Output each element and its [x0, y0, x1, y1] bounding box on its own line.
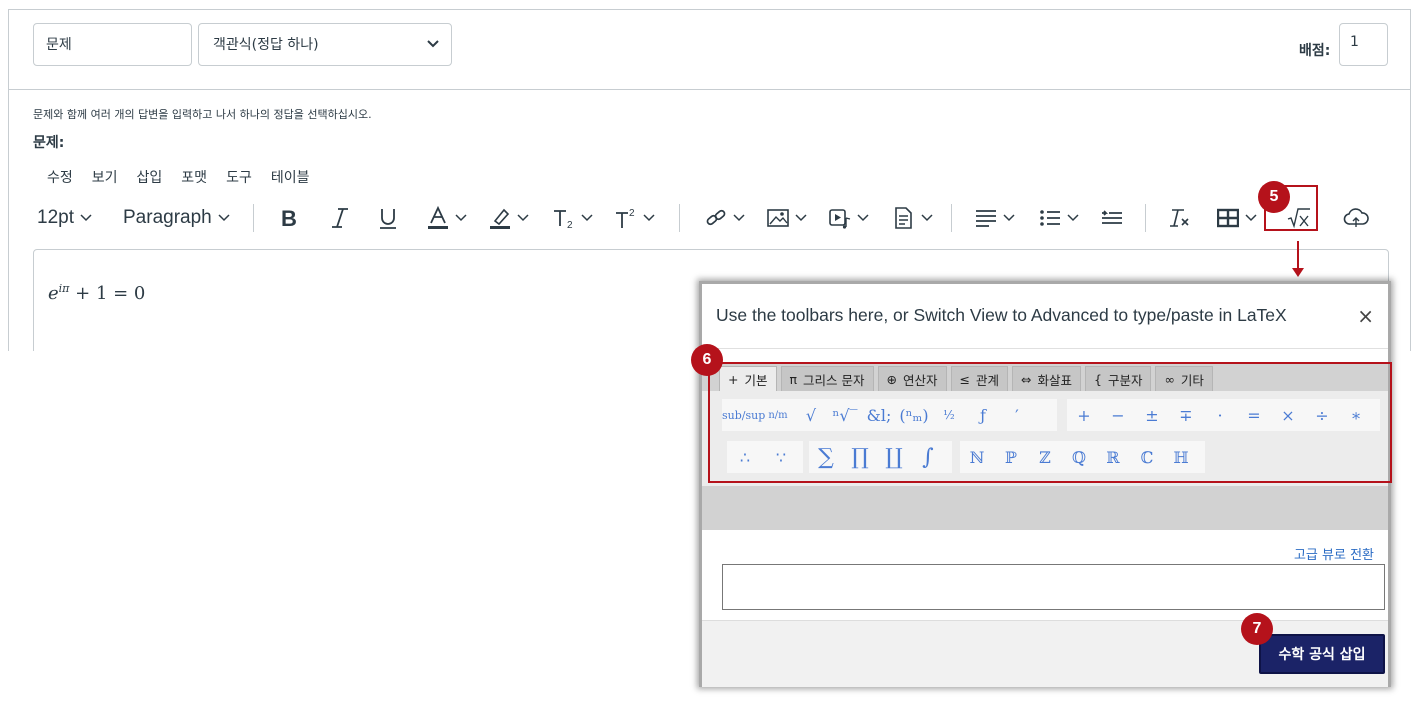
image-button[interactable] [767, 198, 807, 238]
highlight-icon [490, 208, 510, 229]
document-button[interactable] [893, 198, 933, 238]
callout-arrow-line [1297, 241, 1299, 270]
points-label: 배점: [1299, 43, 1331, 59]
indent-icon [1102, 210, 1122, 224]
chevron-down-icon [1067, 214, 1079, 222]
svg-text:2: 2 [567, 220, 573, 230]
table-icon [1217, 208, 1239, 228]
equation-preview: eiπ + 1 = 0 [48, 282, 145, 304]
chevron-down-icon [427, 40, 439, 48]
dialog-divider [702, 348, 1388, 349]
toolbar-divider [1145, 204, 1146, 232]
points-input[interactable]: 1 [1339, 23, 1388, 66]
menu-edit[interactable]: 수정 [47, 167, 73, 187]
text-color-icon [428, 206, 448, 229]
chevron-down-icon [80, 214, 92, 222]
document-icon [895, 207, 912, 229]
svg-text:2: 2 [629, 208, 635, 219]
question-hint: 문제와 함께 여러 개의 답변을 입력하고 나서 하나의 정답을 선택하십시오. [33, 108, 372, 121]
formula-rest: + 1 = 0 [75, 283, 146, 304]
chevron-down-icon [733, 214, 745, 222]
question-header: 문제 객관식(정답 하나) 배점: 1 [9, 10, 1410, 90]
chevron-down-icon [581, 214, 593, 222]
menu-format[interactable]: 포맷 [181, 167, 207, 187]
menu-insert[interactable]: 삽입 [137, 167, 163, 187]
chevron-down-icon [857, 214, 869, 222]
chevron-down-icon [921, 214, 933, 222]
underline-button[interactable] [377, 198, 399, 238]
formula-base: e [48, 283, 59, 304]
insert-equation-button[interactable]: 수학 공식 삽입 [1259, 634, 1385, 674]
chevron-down-icon [218, 214, 230, 222]
superscript-button[interactable]: 2 [615, 198, 655, 238]
editor-toolbar: 12pt Paragraph B 2 2 [37, 198, 1377, 238]
bold-icon: B [281, 206, 297, 230]
media-icon [829, 209, 851, 229]
question-type-value: 객관식(정답 하나) [213, 37, 319, 53]
align-icon [976, 210, 996, 227]
table-button[interactable] [1217, 198, 1257, 238]
block-format-select[interactable]: Paragraph [123, 198, 230, 238]
block-format-value: Paragraph [123, 207, 212, 228]
formula-exponent: iπ [58, 282, 70, 295]
equation-editor-dialog: Use the toolbars here, or Switch View to… [699, 281, 1392, 687]
bold-button[interactable]: B [279, 198, 301, 238]
italic-icon [332, 208, 348, 228]
question-label: 문제: [33, 135, 65, 151]
dialog-title: Use the toolbars here, or Switch View to… [716, 305, 1287, 325]
chevron-down-icon [1245, 214, 1257, 222]
list-icon [1040, 210, 1060, 226]
callout-6: 6 [691, 344, 723, 376]
highlight-button[interactable] [489, 198, 529, 238]
close-icon[interactable]: × [1357, 306, 1374, 326]
font-size-select[interactable]: 12pt [37, 198, 92, 238]
editor-menubar: 수정 보기 삽입 포맷 도구 테이블 [47, 167, 309, 187]
menu-view[interactable]: 보기 [92, 167, 118, 187]
media-button[interactable] [829, 198, 869, 238]
chevron-down-icon [517, 214, 529, 222]
cloud-icon [1343, 208, 1369, 227]
latex-input[interactable] [722, 564, 1385, 610]
chevron-down-icon [1003, 214, 1015, 222]
text-color-button[interactable] [427, 198, 467, 238]
subscript-button[interactable]: 2 [553, 198, 593, 238]
toolbar-divider [951, 204, 952, 232]
image-icon [767, 209, 789, 227]
toolbar-divider [679, 204, 680, 232]
align-button[interactable] [975, 198, 1015, 238]
symbol-palette-highlight [708, 362, 1392, 483]
superscript-icon: 2 [616, 208, 635, 228]
callout-5: 5 [1258, 181, 1290, 213]
underline-icon [380, 209, 396, 229]
chevron-down-icon [643, 214, 655, 222]
toolbar-divider [253, 204, 254, 232]
cloud-button[interactable] [1343, 198, 1369, 238]
menu-table[interactable]: 테이블 [271, 167, 310, 187]
link-button[interactable] [705, 198, 745, 238]
italic-button[interactable] [329, 198, 351, 238]
callout-7: 7 [1241, 613, 1273, 645]
link-icon [706, 209, 726, 226]
chevron-down-icon [795, 214, 807, 222]
question-type-select[interactable]: 객관식(정답 하나) [198, 23, 452, 66]
list-button[interactable] [1039, 198, 1079, 238]
question-name-input[interactable]: 문제 [33, 23, 192, 66]
clear-format-icon [1170, 209, 1189, 227]
font-size-value: 12pt [37, 207, 74, 228]
clear-format-button[interactable] [1169, 198, 1191, 238]
svg-text:B: B [281, 206, 297, 230]
indent-button[interactable] [1101, 198, 1123, 238]
menu-tools[interactable]: 도구 [226, 167, 252, 187]
subscript-icon: 2 [554, 210, 573, 230]
chevron-down-icon [455, 214, 467, 222]
switch-advanced-link[interactable]: 고급 뷰로 전환 [1294, 544, 1374, 563]
callout-arrow-head [1292, 268, 1304, 277]
